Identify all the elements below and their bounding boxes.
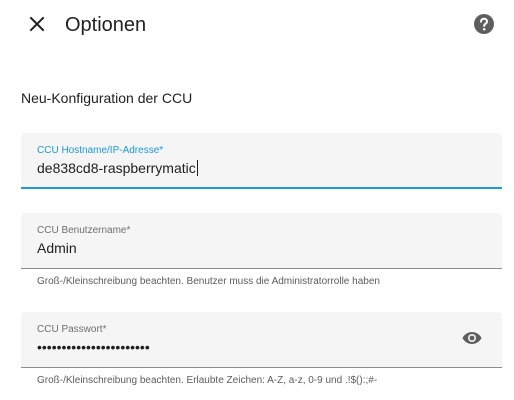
options-dialog: Optionen Neu-Konfiguration der CCU CCU H… [0, 0, 514, 400]
hostname-underline [21, 187, 502, 189]
close-icon [29, 16, 45, 37]
username-input[interactable]: Admin [37, 239, 437, 257]
password-helper-text: Groß-/Kleinschreibung beachten. Erlaubte… [37, 375, 378, 386]
help-button[interactable] [473, 13, 495, 40]
help-circle-icon [473, 13, 495, 40]
text-cursor [196, 160, 198, 176]
hostname-label: CCU Hostname/IP-Adresse* [37, 145, 164, 156]
hostname-input[interactable]: de838cd8-raspberrymatic [37, 159, 437, 177]
password-field[interactable]: CCU Passwort* ••••••••••••••••••••••• [21, 312, 502, 368]
dialog-header: Optionen [0, 0, 514, 52]
close-button[interactable] [24, 13, 50, 39]
username-field[interactable]: CCU Benutzername* Admin [21, 213, 502, 269]
password-label: CCU Passwort* [37, 324, 107, 335]
username-helper-text: Groß-/Kleinschreibung beachten. Benutzer… [37, 276, 380, 287]
toggle-password-visibility-button[interactable] [462, 331, 482, 350]
dialog-title: Optionen [65, 14, 147, 36]
password-underline [21, 367, 502, 368]
username-label: CCU Benutzername* [37, 225, 131, 236]
hostname-value: de838cd8-raspberrymatic [37, 160, 196, 176]
hostname-field[interactable]: CCU Hostname/IP-Adresse* de838cd8-raspbe… [21, 133, 502, 189]
username-underline [21, 268, 502, 269]
eye-icon [462, 331, 482, 350]
password-input[interactable]: ••••••••••••••••••••••• [37, 338, 437, 356]
section-title: Neu-Konfiguration der CCU [21, 90, 193, 106]
